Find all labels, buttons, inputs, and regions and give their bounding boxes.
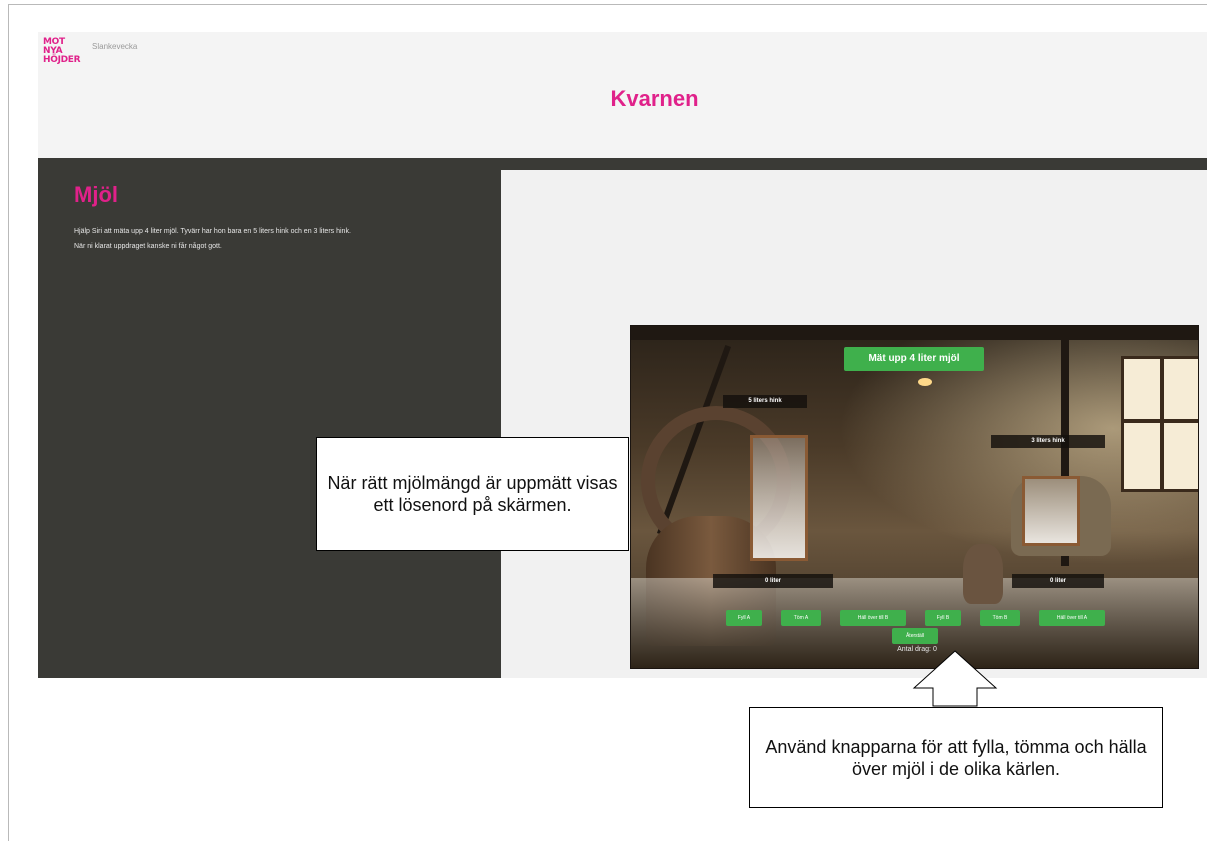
instructions-paragraph-1: Hjälp Siri att mäta upp 4 liter mjöl. Ty… [74,228,351,235]
bucket-b [1022,476,1080,546]
pour-a-to-b-button[interactable]: Häll över till B [840,610,906,626]
logo-line-1: MOT NYA [43,37,65,56]
fill-a-button[interactable]: Fyll A [726,610,762,626]
frame-border-left [8,4,9,841]
bucket-a-level: 0 liter [713,574,833,588]
header-divider [38,158,1207,170]
frame-border-top [8,4,1207,5]
buttons-callout: Använd knapparna för att fylla, tömma oc… [749,707,1163,808]
password-callout: När rätt mjölmängd är uppmätt visas ett … [316,437,629,551]
pour-b-to-a-button[interactable]: Häll över till A [1039,610,1105,626]
page-header: MOT NYA HÖJDER Slankevecka Kvarnen [38,32,1207,158]
instructions-panel: Mjöl Hjälp Siri att mäta upp 4 liter mjö… [38,170,501,678]
empty-b-button[interactable]: Töm B [980,610,1020,626]
goal-banner: Mät upp 4 liter mjöl [844,347,984,371]
bucket-a-label: 5 liters hink [723,395,807,408]
bucket-b-level: 0 liter [1012,574,1104,588]
instructions-text: Hjälp Siri att mäta upp 4 liter mjöl. Ty… [74,226,454,256]
mill-window [1121,356,1198,492]
instructions-paragraph-2: När ni klarat uppdraget kanske ni får nå… [74,243,222,250]
logo-line-2: HÖJDER [43,55,81,65]
cat-figure [963,544,1003,604]
site-subtitle-link[interactable]: Slankevecka [92,42,137,51]
page-title: Kvarnen [610,86,699,111]
reset-button[interactable]: Återställ [892,628,938,644]
empty-a-button[interactable]: Töm A [781,610,821,626]
up-arrow-icon [912,650,998,707]
section-title: Mjöl [74,182,118,207]
mill-game: Mät upp 4 liter mjöl 5 liters hink 0 lit… [630,325,1199,669]
brand-logo[interactable]: MOT NYA HÖJDER [43,38,83,65]
bucket-a [750,435,808,561]
ceiling-beam [631,326,1198,340]
bucket-b-label: 3 liters hink [991,435,1105,448]
fill-b-button[interactable]: Fyll B [925,610,961,626]
ceiling-lamp [918,378,932,386]
